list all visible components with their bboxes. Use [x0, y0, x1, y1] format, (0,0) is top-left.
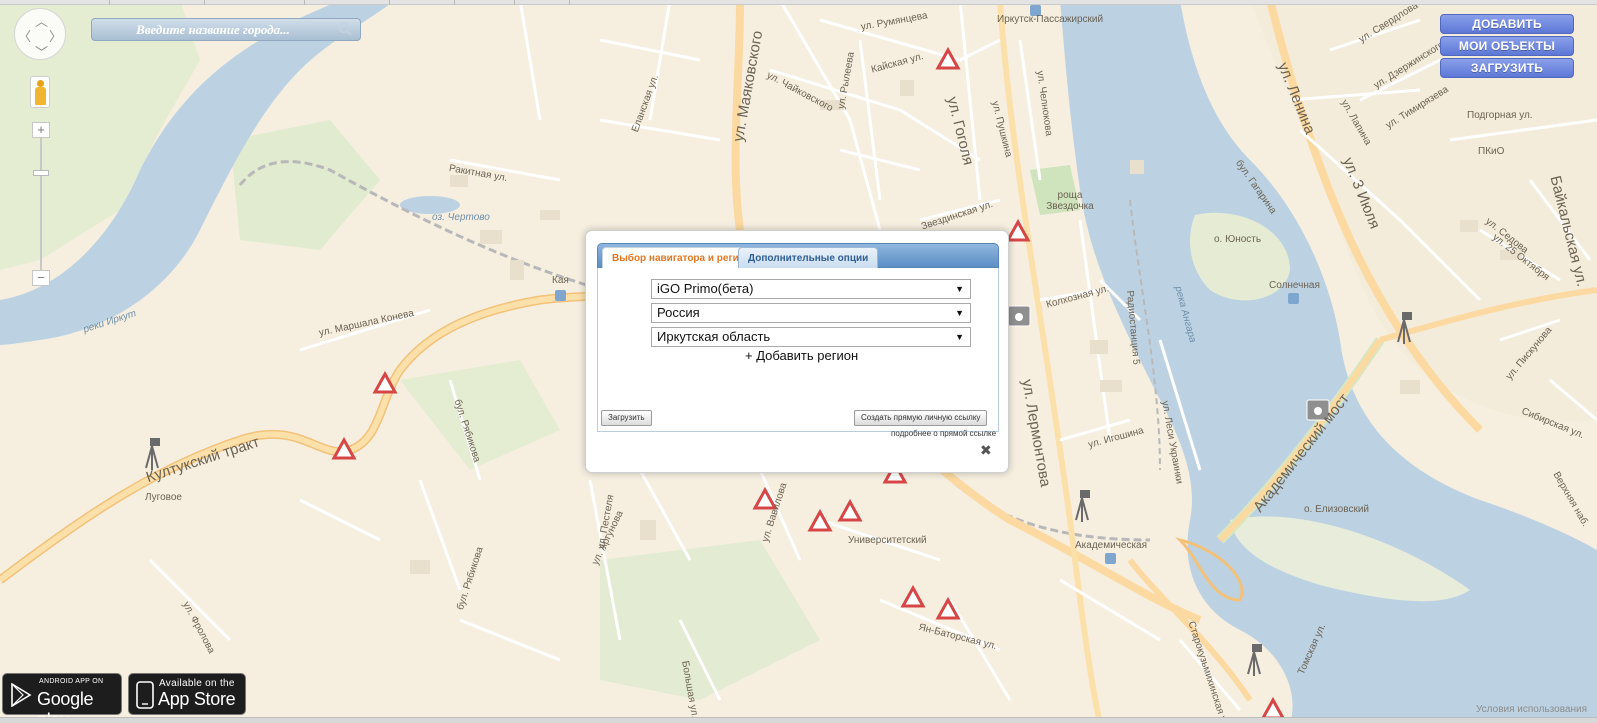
upload-button[interactable]: ЗАГРУЗИТЬ [1440, 58, 1574, 78]
my-objects-button[interactable]: МОИ ОБЪЕКТЫ [1440, 36, 1574, 56]
region-select[interactable]: Иркутская область ▼ [651, 327, 971, 347]
top-strip-segment [390, 0, 455, 5]
tab-additional-options[interactable]: Дополнительные опции [738, 247, 879, 268]
terms-of-use-link[interactable]: Условия использования [1476, 704, 1587, 715]
map-label: Академическая [1075, 540, 1148, 551]
map-label: Кая [552, 275, 569, 286]
add-region-link[interactable]: + Добавить регион [745, 348, 858, 363]
create-direct-link-button[interactable]: Создать прямую личную ссылку [854, 410, 988, 426]
app-store-small-text: Available on the [159, 678, 235, 689]
speed-camera-marker [1015, 313, 1023, 321]
top-strip-segment [0, 0, 110, 5]
map-label: роща Звездочка [1046, 190, 1094, 212]
dropdown-arrow-icon: ▼ [955, 284, 964, 294]
map-label: Подгорная ул. [1467, 110, 1533, 121]
pan-up-icon[interactable]: ︿ [35, 11, 48, 30]
pegman-head [37, 80, 44, 87]
top-strip-segment [515, 0, 570, 5]
map-label: Луговое [145, 492, 182, 503]
add-button[interactable]: ДОБАВИТЬ [1440, 14, 1574, 34]
country-select[interactable]: Россия ▼ [651, 303, 971, 323]
mobile-camera-marker [150, 438, 160, 446]
transit-stop-icon [1288, 293, 1299, 304]
map-label: ПКиО [1478, 146, 1505, 157]
region-select-value: Иркутская область [657, 329, 771, 344]
transit-stop-icon [1105, 553, 1116, 564]
country-select-value: Россия [657, 305, 700, 320]
load-button[interactable]: Загрузить [601, 410, 652, 426]
pan-control[interactable]: ︿ ﹀ 〈 〉 [14, 8, 66, 61]
top-strip-segment [110, 0, 205, 5]
dropdown-arrow-icon: ▼ [955, 308, 964, 318]
pan-down-icon[interactable]: ﹀ [35, 42, 48, 61]
navigator-select[interactable]: iGO Primo(бета) ▼ [651, 279, 971, 299]
map-label: оз. Чертово [432, 212, 490, 223]
browser-bottom-strip [0, 717, 1597, 723]
pan-right-icon[interactable]: 〉 [49, 26, 62, 45]
map-label: Университетский [848, 535, 927, 546]
zoom-slider-thumb[interactable] [33, 170, 49, 176]
mobile-camera-marker [1252, 644, 1262, 652]
city-search-box[interactable] [91, 18, 361, 41]
zoom-in-icon[interactable]: + [32, 122, 50, 138]
mobile-camera-marker [1080, 490, 1090, 498]
app-store-large-text: App Store [158, 689, 236, 709]
top-strip-segment [305, 0, 390, 5]
transit-stop-icon [555, 290, 566, 301]
map-label: Солнечная [1269, 280, 1320, 291]
google-play-icon [11, 683, 32, 707]
top-strip-segment [455, 0, 515, 5]
pan-left-icon[interactable]: 〈 [18, 26, 31, 45]
mobile-camera-marker [1402, 312, 1412, 320]
map-label: Иркутск-Пассажирский [997, 14, 1104, 25]
dropdown-arrow-icon: ▼ [955, 332, 964, 342]
close-icon[interactable]: ✖ [980, 443, 992, 459]
pegman-body [35, 87, 46, 105]
map-label: о. Юность [1214, 234, 1262, 245]
direct-link-info-link[interactable]: подробнее о прямой ссылке [891, 429, 996, 438]
navigator-select-value: iGO Primo(бета) [657, 281, 754, 296]
zoom-slider-track[interactable] [40, 128, 42, 278]
google-play-badge[interactable]: ANDROID APP ON Google play [2, 673, 122, 723]
search-icon[interactable] [338, 22, 352, 36]
browser-top-strip [0, 0, 1597, 5]
top-strip-segment [205, 0, 305, 5]
map-label: о. Елизовский [1304, 504, 1369, 515]
dialog-tab-bar: Выбор навигатора и региона Дополнительны… [597, 243, 999, 268]
google-play-small-text: ANDROID APP ON [39, 678, 104, 685]
dialog-panel: iGO Primo(бета) ▼ Россия ▼ Иркутская обл… [597, 268, 999, 432]
street-view-pegman-icon[interactable] [30, 76, 50, 108]
zoom-out-icon[interactable]: − [32, 270, 50, 286]
navigator-region-dialog: Выбор навигатора и региона Дополнительны… [585, 230, 1009, 473]
iphone-icon [136, 681, 154, 709]
city-search-input[interactable] [92, 19, 360, 40]
app-store-badge[interactable]: Available on the App Store [128, 673, 246, 715]
